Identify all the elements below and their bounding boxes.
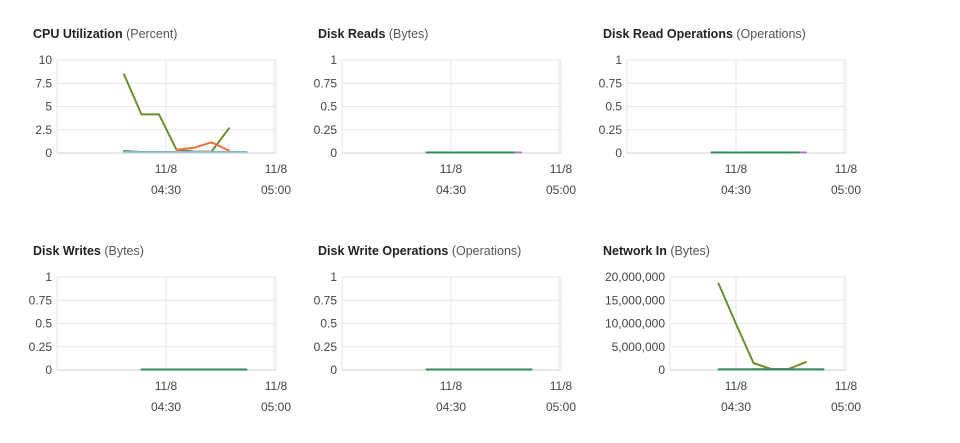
- x-tick-time-label: 04:30: [436, 400, 466, 414]
- x-tick-time-label: 04:30: [436, 183, 466, 197]
- y-tick-label: 2.5: [35, 123, 52, 137]
- y-tick-label: 20,000,000: [605, 270, 665, 284]
- chart-plot: 20,000,000 15,000,000 10,000,000 5,000,000 0…: [605, 270, 861, 414]
- chart-plot: 1 0.75 0.5 0.25 0 11/8 04:30 11/8 05:00: [314, 53, 577, 197]
- y-tick-label: 0.75: [314, 76, 338, 90]
- y-tick-label: 1: [330, 53, 337, 67]
- x-tick-date-label: 11/8: [725, 379, 748, 393]
- y-tick-label: 0.75: [29, 293, 53, 307]
- y-tick-label: 0: [330, 363, 337, 377]
- y-tick-label: 0: [45, 146, 52, 160]
- x-tick-date-label: 11/8: [550, 379, 573, 393]
- y-tick-label: 0.75: [314, 293, 338, 307]
- x-tick-time-label: 05:00: [261, 183, 291, 197]
- y-tick-label: 0: [330, 146, 337, 160]
- y-tick-label: 1: [330, 270, 337, 284]
- x-tick-time-label: 04:30: [721, 183, 751, 197]
- x-tick-date-label: 11/8: [265, 379, 288, 393]
- chart-plot: 10 7.5 5 2.5 0 11/8 04:30 11/8 05:00: [35, 53, 291, 197]
- y-tick-label: 7.5: [35, 76, 52, 90]
- y-tick-label: 15,000,000: [605, 293, 665, 307]
- chart-panel: CPU Utilization (Percent) 10 7.5 5 2.5 0 11/8 0…: [33, 26, 318, 226]
- y-tick-label: 0: [45, 363, 52, 377]
- y-tick-label: 10,000,000: [605, 317, 665, 331]
- chart-panel: Disk Reads (Bytes) 1 0.75 0.5 0.25 0 11/8 04:30…: [314, 26, 603, 226]
- x-tick-date-label: 11/8: [440, 162, 463, 176]
- metrics-dashboard: CPU Utilization (Percent) 10 7.5 5 2.5 0 11/8 0…: [0, 0, 960, 428]
- chart-plot: 1 0.75 0.5 0.25 0 11/8 04:30 11/8 05:00: [599, 53, 862, 197]
- series-line: [717, 282, 807, 370]
- x-tick-date-label: 11/8: [155, 162, 178, 176]
- y-tick-label: 0.5: [35, 317, 52, 331]
- y-tick-label: 0.25: [599, 123, 623, 137]
- y-tick-label: 5,000,000: [612, 340, 666, 354]
- x-tick-time-label: 05:00: [261, 400, 291, 414]
- y-tick-label: 0.25: [314, 340, 338, 354]
- y-tick-label: 10: [39, 53, 53, 67]
- chart-plot: 1 0.75 0.5 0.25 0 11/8 04:30 11/8 05:00: [29, 270, 292, 414]
- y-tick-label: 0.5: [605, 100, 622, 114]
- x-tick-time-label: 05:00: [831, 400, 861, 414]
- x-tick-time-label: 04:30: [151, 183, 181, 197]
- y-tick-label: 1: [45, 270, 52, 284]
- chart-plot: 1 0.75 0.5 0.25 0 11/8 04:30 11/8 05:00: [314, 270, 577, 414]
- y-tick-label: 1: [615, 53, 622, 67]
- x-tick-date-label: 11/8: [155, 379, 178, 393]
- y-tick-label: 5: [45, 100, 52, 114]
- y-tick-label: 0: [615, 146, 622, 160]
- x-tick-date-label: 11/8: [835, 162, 858, 176]
- chart-panel: Network In (Bytes) 20,000,000 15,000,000 10…: [603, 243, 888, 443]
- y-tick-label: 0.25: [29, 340, 53, 354]
- chart-panel: Disk Writes (Bytes) 1 0.75 0.5 0.25 0 11/8 04:3…: [29, 243, 318, 443]
- x-tick-time-label: 05:00: [546, 400, 576, 414]
- series-line: [123, 73, 230, 153]
- y-tick-label: 0.5: [320, 317, 337, 331]
- x-tick-date-label: 11/8: [550, 162, 573, 176]
- y-tick-label: 0.75: [599, 76, 623, 90]
- x-tick-time-label: 05:00: [831, 183, 861, 197]
- y-tick-label: 0.5: [320, 100, 337, 114]
- chart-panel: Disk Read Operations (Operations) 1 0.75 0.…: [599, 26, 888, 226]
- y-tick-label: 0.25: [314, 123, 338, 137]
- x-tick-time-label: 04:30: [151, 400, 181, 414]
- x-tick-date-label: 11/8: [835, 379, 858, 393]
- x-tick-date-label: 11/8: [440, 379, 463, 393]
- x-tick-date-label: 11/8: [725, 162, 748, 176]
- x-tick-time-label: 05:00: [546, 183, 576, 197]
- y-tick-label: 0: [658, 363, 665, 377]
- series-line: [175, 141, 230, 152]
- chart-panel: Disk Write Operations (Operations) 1 0.75 0…: [314, 243, 603, 443]
- x-tick-time-label: 04:30: [721, 400, 751, 414]
- x-tick-date-label: 11/8: [265, 162, 288, 176]
